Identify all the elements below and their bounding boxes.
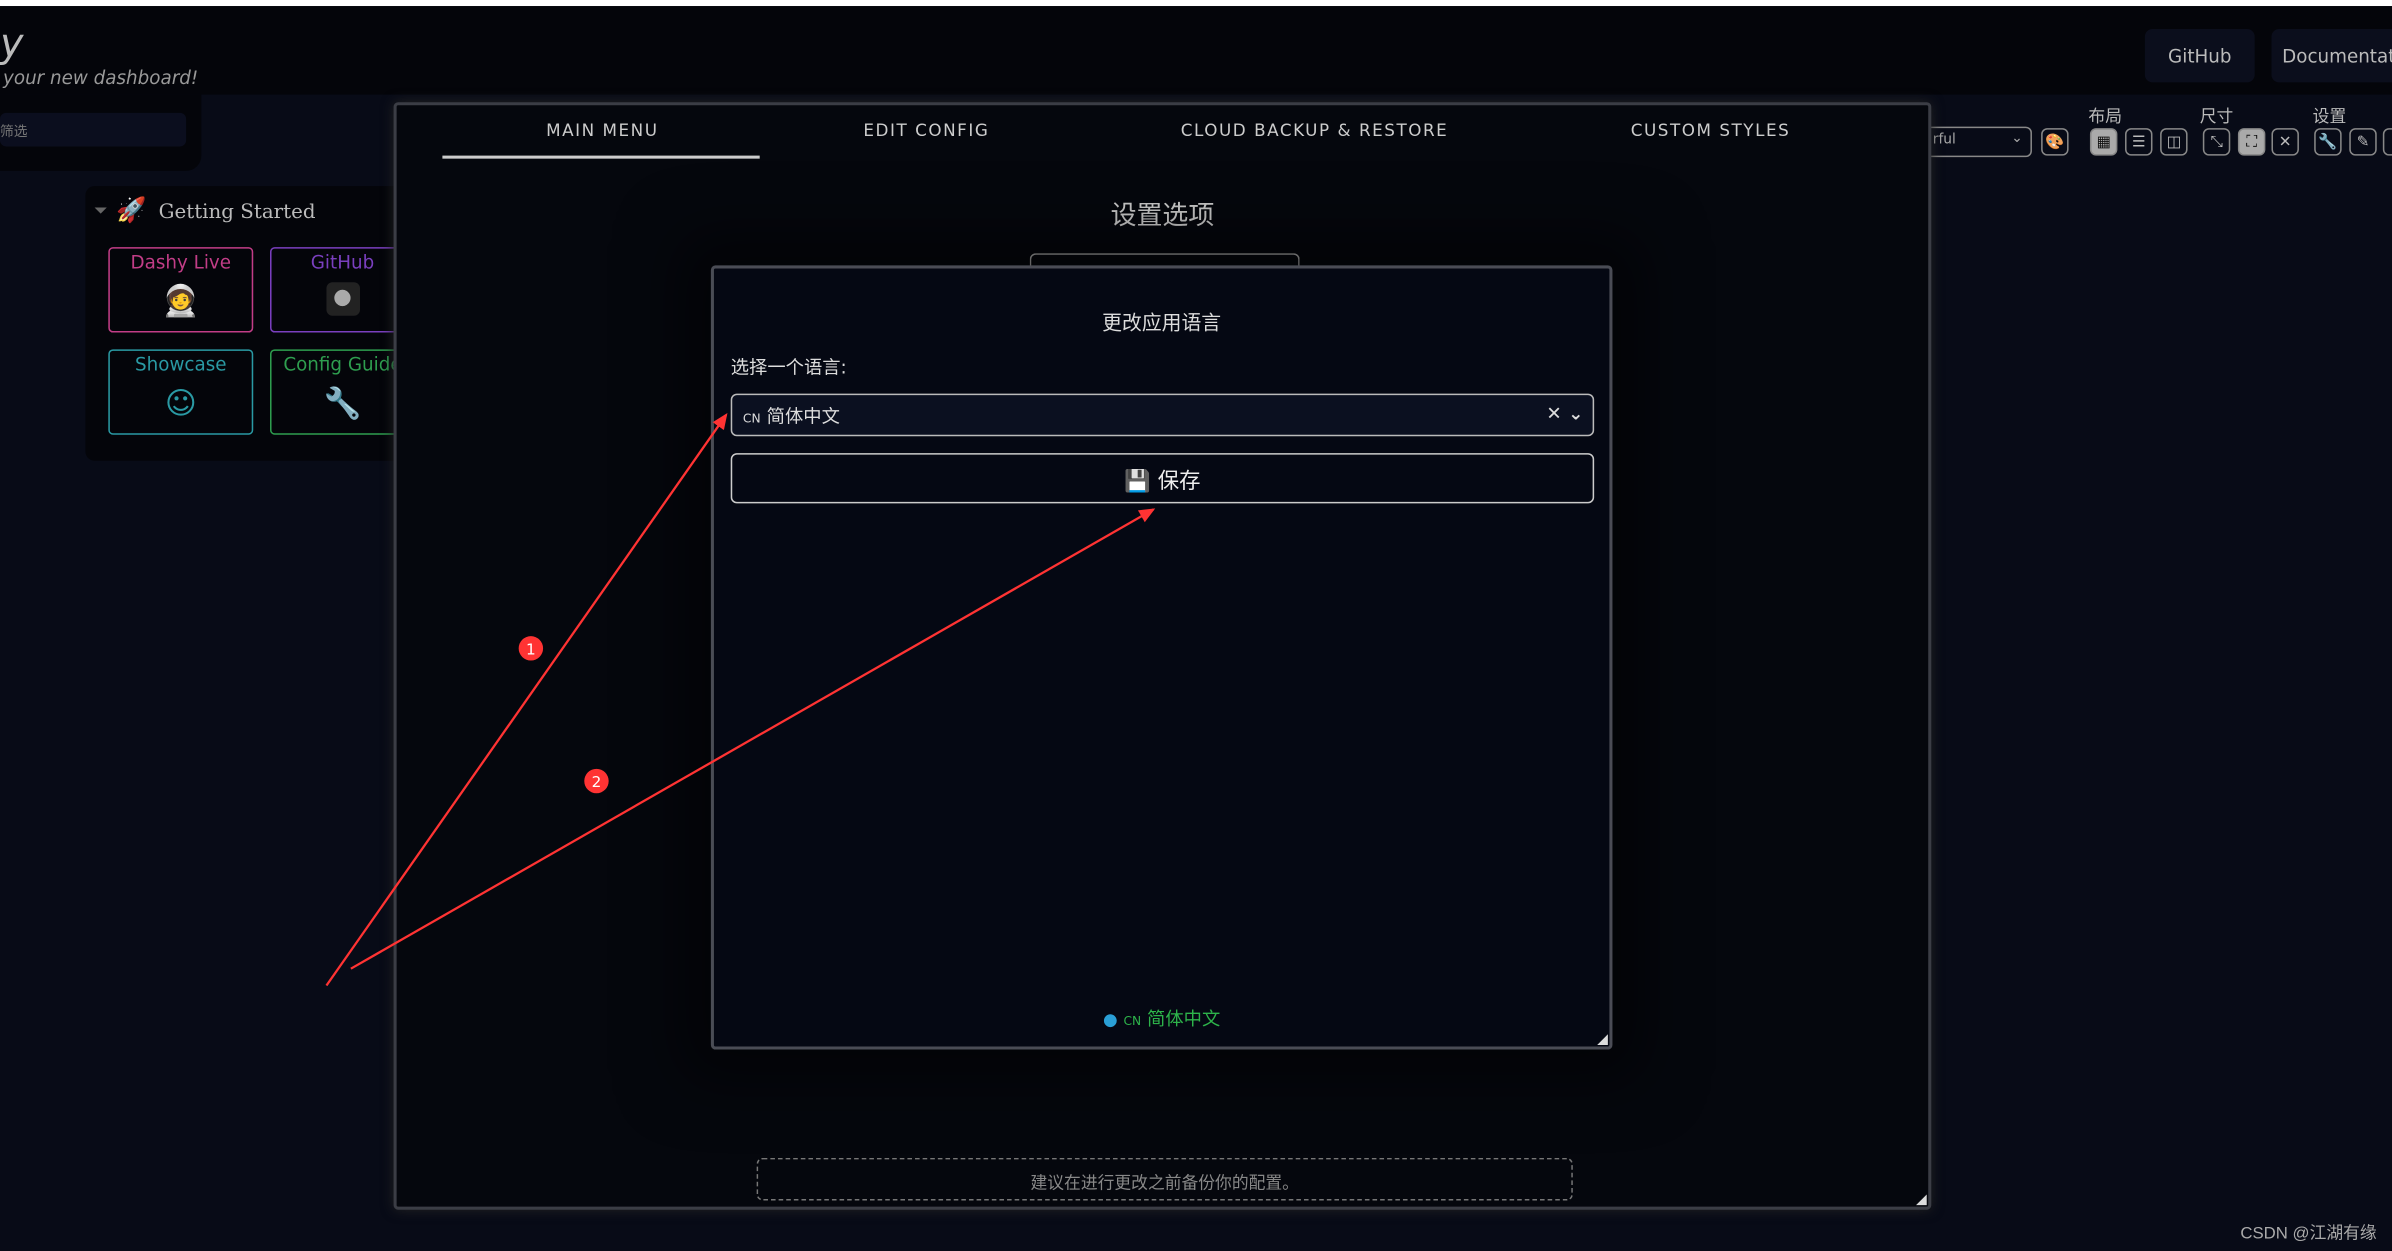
pencil-icon[interactable]: ✎	[2349, 128, 2377, 156]
collapse-caret-icon[interactable]	[94, 207, 107, 219]
smile-icon: ☺	[164, 384, 197, 422]
tab-main-menu[interactable]: MAIN MENU	[546, 121, 658, 141]
tab-cloud-backup[interactable]: CLOUD BACKUP & RESTORE	[1181, 121, 1449, 141]
size-medium-icon[interactable]: ⛶	[2237, 128, 2266, 156]
header: y your new dashboard! GitHub Documentati	[0, 6, 2392, 95]
layout-columns-icon[interactable]: ◫	[2160, 128, 2188, 156]
github-icon: ●	[325, 282, 360, 316]
active-tab-indicator	[442, 155, 760, 159]
selected-language: 简体中文	[766, 405, 840, 428]
chevron-down-icon[interactable]: ⌄	[1568, 403, 1583, 424]
section-getting-started: 🚀 Getting Started Dashy Live 🧑‍🚀 GitHub …	[85, 186, 415, 461]
current-code: CN	[1123, 1014, 1142, 1029]
section-title: Getting Started	[158, 201, 316, 225]
dialog-title: 更改应用语言	[1102, 312, 1222, 336]
tile-label: Dashy Live	[130, 251, 232, 274]
clear-icon[interactable]: ✕	[1546, 403, 1561, 424]
tile-label: GitHub	[310, 251, 375, 274]
size-large-icon[interactable]: ✕	[2271, 128, 2299, 156]
tile-label: Showcase	[135, 353, 227, 376]
screen: y your new dashboard! GitHub Documentati…	[0, 0, 2392, 1251]
current-language-name: 简体中文	[1147, 1008, 1221, 1030]
config-icon[interactable]	[2382, 128, 2392, 156]
tile-dashy-live[interactable]: Dashy Live 🧑‍🚀	[108, 247, 254, 333]
tagline: your new dashboard!	[3, 67, 199, 89]
globe-icon: ●	[1103, 1009, 1118, 1030]
size-small-icon[interactable]: ⤡	[2202, 128, 2231, 156]
theme-select[interactable]: rful ⌄	[1925, 126, 2032, 158]
tile-showcase[interactable]: Showcase ☺	[108, 349, 254, 435]
modal-title: 设置选项	[1110, 201, 1215, 232]
tab-custom-styles[interactable]: CUSTOM STYLES	[1631, 121, 1791, 141]
nav-documentation-link[interactable]: Documentati	[2271, 28, 2392, 83]
chevron-down-icon: ⌄	[2011, 131, 2023, 147]
size-label: 尺寸	[2199, 106, 2234, 127]
watermark: CSDN @江湖有缘	[2240, 1224, 2377, 1244]
search-input[interactable]: 筛选	[0, 112, 187, 147]
language-select[interactable]: CN 简体中文 ✕ ⌄	[730, 393, 1595, 437]
flag-code: CN	[742, 411, 761, 426]
palette-icon[interactable]: 🎨	[2041, 128, 2069, 156]
tab-edit-config[interactable]: EDIT CONFIG	[863, 121, 989, 141]
app-title: y	[0, 21, 24, 68]
save-button[interactable]: 💾 保存	[730, 453, 1595, 504]
save-icon: 💾	[1124, 469, 1151, 495]
nav-github-link[interactable]: GitHub	[2144, 28, 2255, 83]
resize-handle[interactable]	[1597, 1034, 1608, 1045]
current-language: ● CN 简体中文	[714, 1005, 1609, 1031]
settings-label: 设置	[2312, 106, 2347, 127]
tile-label: Config Guide	[283, 353, 402, 376]
layout-grid-icon[interactable]: ▦	[2089, 128, 2118, 156]
astronaut-rocket-icon: 🧑‍🚀	[161, 282, 200, 319]
theme-value: rful	[1932, 132, 1956, 148]
wrench-icon[interactable]: 🔧	[2314, 128, 2342, 156]
save-label: 保存	[1157, 469, 1201, 495]
layout-list-icon[interactable]: ☰	[2125, 128, 2153, 156]
layout-label: 布局	[2088, 106, 2122, 127]
backup-note: 建议在进行更改之前备份你的配置。	[756, 1157, 1573, 1201]
language-label: 选择一个语言:	[730, 356, 847, 379]
wrench-icon: 🔧	[323, 384, 362, 422]
rocket-icon: 🚀	[115, 195, 147, 225]
language-dialog: 更改应用语言 选择一个语言: CN 简体中文 ✕ ⌄ 💾 保存 ● CN 简体中文	[710, 265, 1613, 1050]
resize-handle[interactable]	[1916, 1194, 1927, 1206]
